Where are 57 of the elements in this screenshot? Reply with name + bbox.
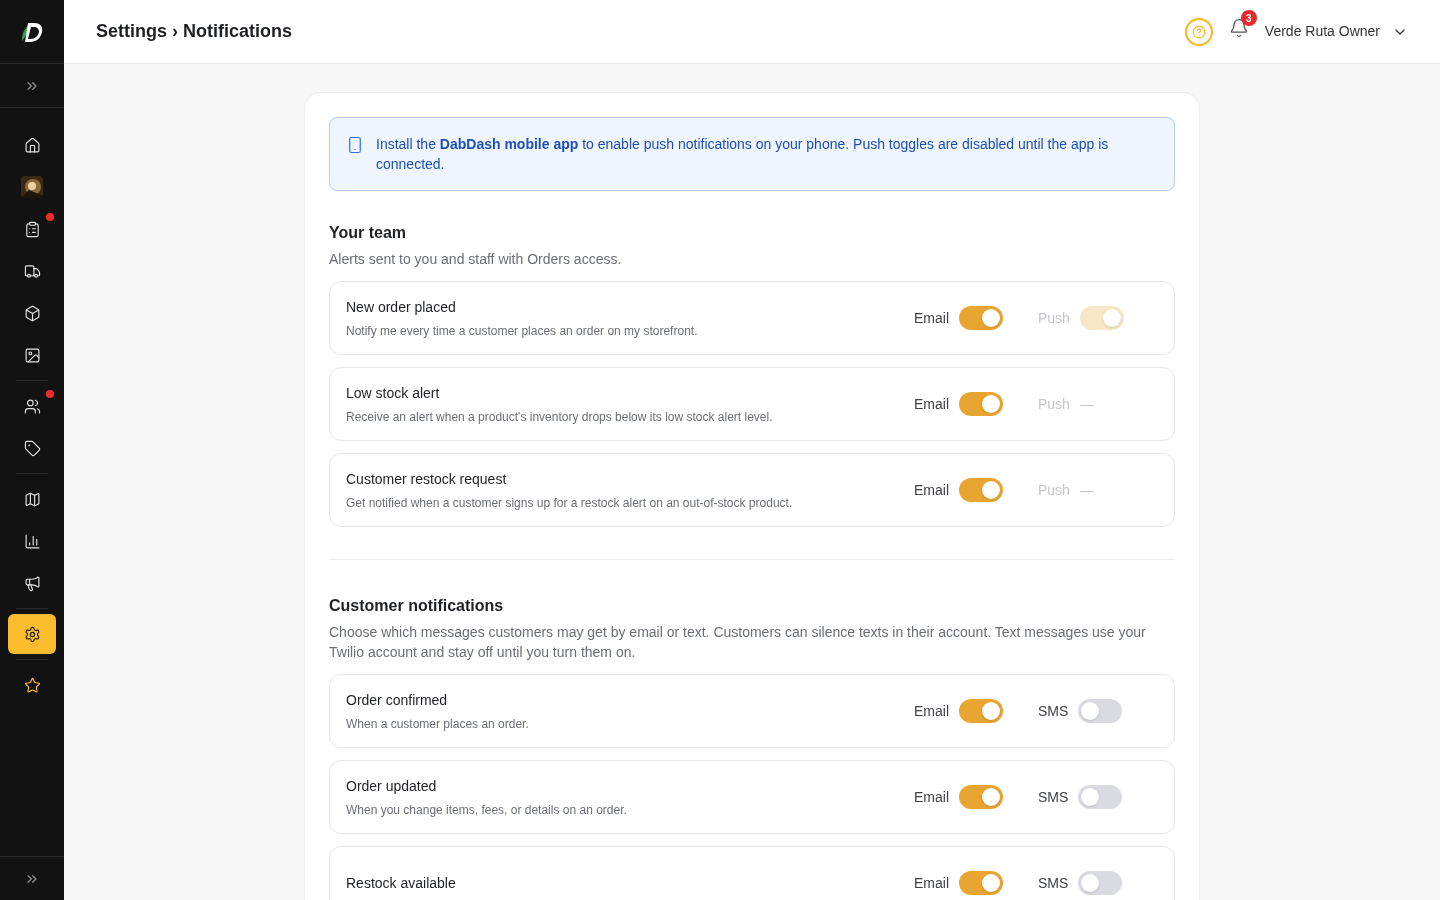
settings-icon: [23, 625, 41, 643]
bar-chart-icon: [23, 532, 41, 550]
help-icon: [1191, 24, 1206, 39]
section-description: Alerts sent to you and staff with Orders access.: [329, 250, 623, 269]
section-title: Customer notifications: [329, 596, 505, 616]
row-title: Restock available: [346, 873, 456, 893]
channel-label: Push: [1038, 308, 1070, 328]
truck-icon: [23, 262, 41, 280]
channel-label: Push: [1038, 394, 1070, 414]
star-icon: [23, 676, 41, 694]
channel-label: Email: [914, 394, 949, 414]
sidebar-item[interactable]: [8, 614, 56, 654]
megaphone-icon: [23, 574, 41, 592]
toggle-switch[interactable]: [1078, 699, 1123, 723]
image-icon: [23, 346, 41, 364]
toggle-switch[interactable]: [959, 785, 1003, 809]
channel-label: SMS: [1038, 873, 1069, 893]
channel-label: Email: [914, 480, 949, 500]
row-description: Get notified when a customer signs up for a restock alert on an out-of-stock product.: [346, 494, 793, 512]
tag-icon: [23, 439, 41, 457]
phone-icon: [346, 136, 364, 154]
users-icon: [23, 397, 41, 415]
banner-text: Install the DabDash mobile app to enable push notifications on your phone. Push toggles are disabled until the app is connected.: [376, 135, 1110, 174]
map-icon: [23, 490, 41, 508]
page-title: Settings › Notifications: [96, 20, 292, 43]
row-description: Receive an alert when a product's inventory drops below its low stock alert level.: [346, 408, 773, 426]
clipboard-icon: [23, 220, 41, 238]
row-description: When you change items, fees, or details on an order.: [346, 801, 627, 819]
channel-label: SMS: [1038, 701, 1069, 721]
toggle-switch[interactable]: [1078, 785, 1123, 809]
channel-value: —: [1079, 480, 1094, 500]
section-title: Your team: [329, 223, 408, 243]
toggle-switch[interactable]: [959, 306, 1003, 330]
row-title: Order updated: [346, 776, 438, 796]
toggle-switch[interactable]: [959, 699, 1003, 723]
row-title: New order placed: [346, 297, 457, 317]
row-description: Notify me every time a customer places an order on my storefront.: [346, 322, 698, 340]
user-menu[interactable]: Verde Ruta Owner: [1264, 21, 1408, 42]
row-title: Low stock alert: [346, 383, 441, 403]
channel-label: Email: [914, 308, 949, 328]
section-description: Choose which messages customers may get by email or text. Customers can silence texts in their account. Text messages use your Twilio account and stay off until you turn them on.: [329, 623, 1147, 662]
notification-count: 3: [1240, 10, 1257, 26]
channel-value: —: [1079, 394, 1094, 414]
channel-label: Email: [914, 787, 949, 807]
channel-label: SMS: [1038, 787, 1069, 807]
toggle-switch[interactable]: [959, 392, 1003, 416]
toggle-switch[interactable]: [1078, 871, 1123, 895]
toggle-switch[interactable]: [959, 871, 1003, 895]
channel-label: Email: [914, 701, 949, 721]
row-title: Order confirmed: [346, 690, 449, 710]
home-icon: [23, 136, 41, 154]
channel-label: Email: [914, 873, 949, 893]
channel-label: Push: [1038, 480, 1070, 500]
toggle-switch[interactable]: [959, 478, 1003, 502]
row-description: When a customer places an order.: [346, 715, 529, 733]
box-icon: [23, 304, 41, 322]
row-title: Customer restock request: [346, 469, 508, 489]
